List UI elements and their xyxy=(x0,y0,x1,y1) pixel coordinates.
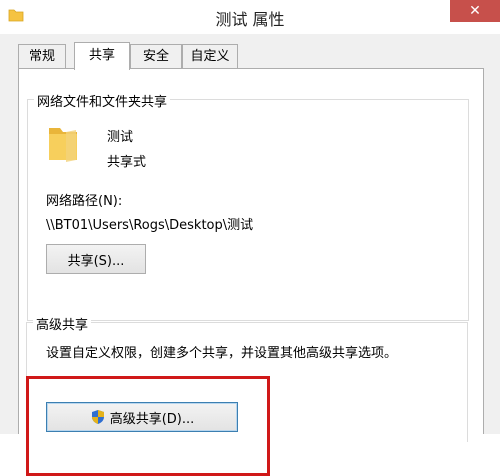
advanced-share-group-label: 高级共享 xyxy=(33,314,92,333)
close-icon: ✕ xyxy=(469,3,481,19)
network-path-value: \\BT01\Users\Rogs\Desktop\测试 xyxy=(46,218,254,233)
advanced-share-description: 设置自定义权限，创建多个共享，并设置其他高级共享选项。 xyxy=(46,346,398,361)
network-share-group-label: 网络文件和文件夹共享 xyxy=(34,91,171,110)
advanced-share-button[interactable]: 高级共享(D)... xyxy=(46,402,238,432)
close-button[interactable]: ✕ xyxy=(450,0,500,22)
folder-name: 测试 xyxy=(107,130,134,145)
tab-sharing[interactable]: 共享 xyxy=(74,42,130,70)
dialog-client: 常规 共享 安全 自定义 网络文件和文件夹共享 测试 共享式 网络路径(N): … xyxy=(0,34,500,476)
tab-security[interactable]: 安全 xyxy=(130,44,182,68)
tab-customize[interactable]: 自定义 xyxy=(182,44,238,68)
window-title: 测试 属性 xyxy=(215,10,285,29)
advanced-share-button-label: 高级共享(D)... xyxy=(109,411,195,427)
uac-shield-icon xyxy=(91,410,104,424)
tab-general[interactable]: 常规 xyxy=(18,44,66,68)
share-status: 共享式 xyxy=(107,155,147,170)
folder-icon xyxy=(49,128,77,162)
network-path-label: 网络路径(N): xyxy=(46,194,123,209)
network-share-group: 网络文件和文件夹共享 xyxy=(27,91,469,321)
share-button[interactable]: 共享(S)... xyxy=(46,244,146,274)
title-bar: 测试 属性 ✕ xyxy=(0,0,500,34)
